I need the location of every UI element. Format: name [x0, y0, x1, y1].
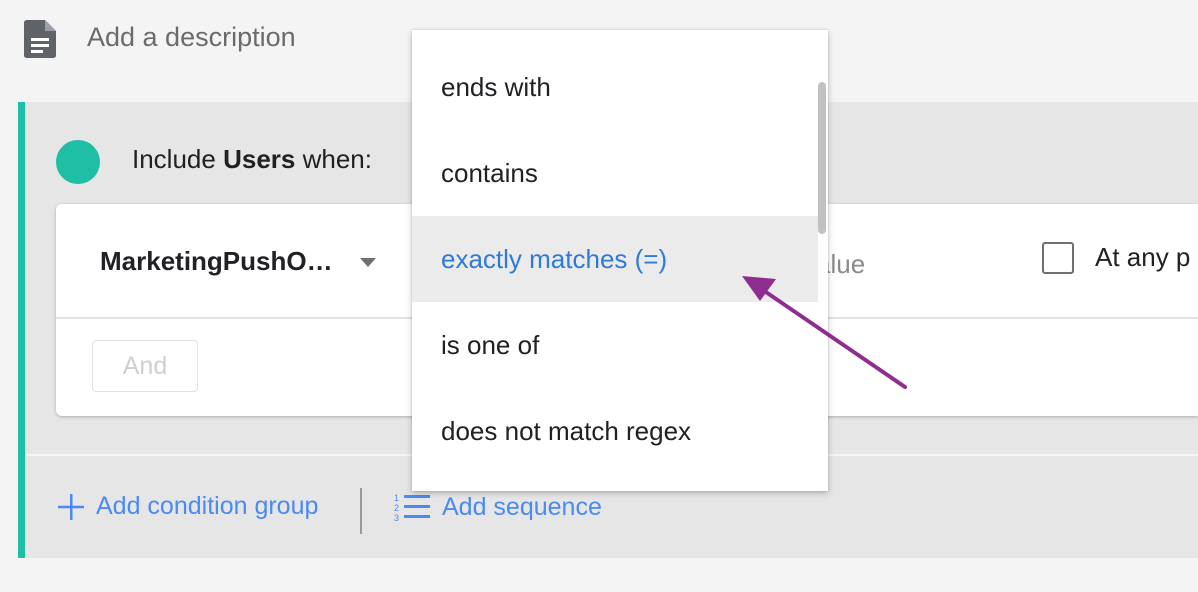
- document-icon: [24, 20, 56, 58]
- svg-text:2: 2: [394, 503, 399, 513]
- add-condition-group-button[interactable]: Add condition group: [58, 492, 318, 521]
- at-any-point-checkbox[interactable]: [1042, 242, 1074, 274]
- svg-text:3: 3: [394, 513, 399, 522]
- dropdown-scrollbar-thumb[interactable]: [818, 82, 826, 234]
- include-prefix: Include: [132, 144, 216, 174]
- option-is-one-of[interactable]: is one of: [412, 302, 818, 388]
- actions-separator: [360, 488, 362, 534]
- include-heading: Include Users when:: [132, 144, 372, 175]
- include-suffix: when:: [302, 144, 372, 174]
- add-condition-group-label: Add condition group: [96, 492, 319, 520]
- option-exactly-matches[interactable]: exactly matches (=): [412, 216, 818, 302]
- chevron-down-icon[interactable]: [360, 258, 376, 267]
- add-sequence-button[interactable]: 1 2 3 Add sequence: [394, 492, 602, 523]
- option-does-not-match-regex[interactable]: does not match regex: [412, 388, 818, 474]
- description-input[interactable]: Add a description: [87, 22, 296, 53]
- segment-editor: Add a description Include Users when: Ma…: [0, 0, 1198, 592]
- include-subject: Users: [223, 144, 296, 174]
- match-type-dropdown[interactable]: ends with contains exactly matches (=) i…: [412, 30, 828, 491]
- group-indicator-dot: [56, 140, 100, 184]
- option-contains[interactable]: contains: [412, 130, 818, 216]
- numbered-list-icon: 1 2 3: [394, 493, 430, 522]
- dimension-select[interactable]: MarketingPushO…: [100, 246, 333, 277]
- and-button[interactable]: And: [92, 340, 198, 392]
- at-any-point-label: At any p: [1095, 242, 1191, 272]
- option-ends-with[interactable]: ends with: [412, 44, 818, 130]
- plus-icon: [58, 493, 84, 520]
- group-accent-bar: [18, 102, 25, 558]
- svg-text:1: 1: [394, 493, 399, 503]
- add-sequence-label: Add sequence: [442, 492, 602, 521]
